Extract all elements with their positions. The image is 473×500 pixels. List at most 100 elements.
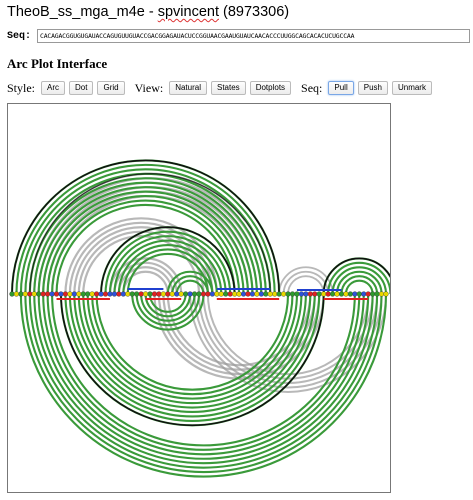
view-natural-button[interactable]: Natural — [169, 81, 207, 96]
arc-plot-svg — [9, 159, 390, 478]
base-dot — [174, 291, 180, 297]
base-dot — [285, 291, 291, 297]
style-label: Style: — [7, 80, 36, 95]
arc-group-pairs — [10, 159, 390, 478]
base-dot — [178, 291, 184, 297]
base-dot — [98, 291, 104, 297]
view-states-button[interactable]: States — [211, 81, 246, 96]
base-dot — [374, 291, 380, 297]
base-dots — [9, 291, 389, 297]
base-dot — [156, 291, 162, 297]
style-dot-button[interactable]: Dot — [69, 81, 94, 96]
base-dot — [58, 291, 64, 297]
base-dot — [76, 291, 82, 297]
base-dot — [120, 291, 126, 297]
base-dot — [129, 291, 135, 297]
base-dot — [267, 291, 273, 297]
base-dot — [245, 291, 251, 297]
base-dot — [116, 291, 122, 297]
base-dot — [169, 291, 175, 297]
base-dot — [40, 291, 46, 297]
base-dot — [165, 291, 171, 297]
base-dot — [36, 291, 42, 297]
base-dot — [249, 291, 256, 297]
seq-push-button[interactable]: Push — [357, 81, 388, 96]
user-name: spvincent — [157, 4, 219, 20]
base-dot — [45, 291, 51, 297]
base-dot — [258, 291, 264, 297]
base-dot — [53, 291, 60, 297]
sequence-label: Seq: — [7, 31, 32, 42]
base-dot — [18, 291, 24, 297]
base-dot — [80, 291, 86, 297]
base-dot — [102, 291, 109, 297]
base-dot — [352, 291, 358, 297]
base-dot — [93, 291, 100, 297]
base-dot — [13, 291, 20, 297]
style-grid-button[interactable]: Grid — [97, 81, 125, 96]
style-arc-button[interactable]: Arc — [41, 81, 66, 96]
alt-arc — [64, 217, 218, 295]
base-dot — [254, 291, 260, 297]
base-dot — [71, 291, 77, 297]
base-dot — [227, 291, 233, 297]
base-dot — [307, 291, 313, 297]
base-dot — [85, 291, 91, 297]
base-dot — [280, 291, 287, 297]
base-dot — [356, 291, 362, 297]
base-dot — [236, 291, 242, 297]
base-dot — [151, 291, 158, 297]
base-dot — [191, 291, 198, 297]
base-dot — [294, 291, 300, 297]
base-dot — [134, 291, 140, 297]
base-dot — [383, 291, 389, 297]
sequence-input[interactable]: CACAGACGGUGUGAUACCAGUGUUGUACCGACGGAGAUAC… — [37, 29, 470, 43]
base-dot — [365, 291, 371, 297]
base-dot — [289, 291, 296, 297]
base-dot — [325, 291, 331, 297]
base-dot — [378, 291, 385, 297]
section-heading: Arc Plot Interface — [7, 56, 108, 71]
base-dot — [205, 291, 211, 297]
page-title: TheoB_ss_mga_m4e - spvincent (8973306) — [7, 4, 290, 20]
base-dot — [209, 291, 215, 297]
base-dot — [183, 291, 189, 297]
base-dot — [196, 291, 202, 297]
base-dot — [347, 291, 353, 297]
base-dot — [343, 291, 349, 297]
base-dot — [67, 291, 73, 297]
seq-pull-button[interactable]: Pull — [328, 81, 354, 96]
base-dot — [125, 291, 131, 297]
base-dot — [138, 291, 144, 297]
base-dot — [27, 291, 33, 297]
base-dot — [298, 291, 305, 297]
base-dot — [111, 291, 118, 297]
base-dot — [200, 291, 207, 297]
toolbar: Style: Arc Dot Grid View: Natural States… — [7, 80, 433, 96]
base-dot — [89, 291, 95, 297]
pair-arc — [335, 270, 383, 295]
base-dot — [240, 291, 247, 297]
base-dot — [334, 291, 340, 297]
view-dotplots-button[interactable]: Dotplots — [249, 81, 292, 96]
base-dot — [218, 291, 224, 297]
base-dot — [22, 291, 28, 297]
base-dot — [9, 291, 15, 297]
base-dot — [49, 291, 55, 297]
base-dot — [312, 291, 318, 297]
view-label: View: — [134, 80, 164, 95]
base-dot — [338, 291, 345, 297]
alt-arc — [287, 275, 325, 295]
base-dot — [187, 291, 193, 297]
base-dot — [272, 291, 278, 297]
base-dot — [232, 291, 238, 297]
base-dot — [31, 291, 37, 297]
arc-plot-canvas[interactable] — [7, 103, 391, 493]
seq-label: Seq: — [301, 80, 323, 95]
seq-unmark-button[interactable]: Unmark — [391, 81, 432, 96]
base-dot — [263, 291, 269, 297]
base-dot — [223, 291, 229, 297]
base-dot — [316, 291, 322, 297]
base-dot — [142, 291, 149, 297]
base-dot — [329, 291, 336, 297]
